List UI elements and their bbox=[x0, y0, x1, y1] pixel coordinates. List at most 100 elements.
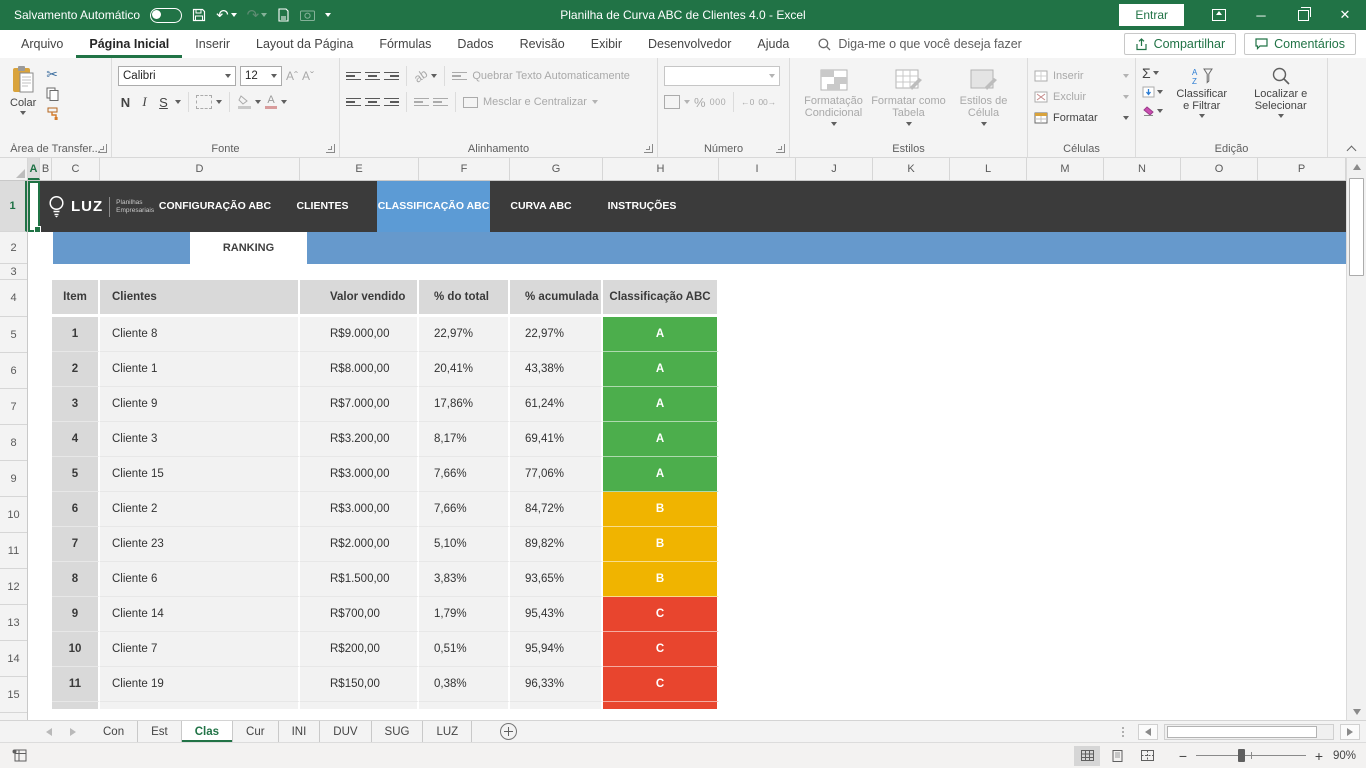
client-cell[interactable] bbox=[100, 702, 300, 709]
column-header-p[interactable]: P bbox=[1258, 158, 1346, 180]
pct-accum-cell[interactable]: 61,24% bbox=[510, 387, 603, 422]
row-header-8[interactable]: 8 bbox=[0, 425, 27, 461]
pct-accum-cell[interactable]: 95,43% bbox=[510, 597, 603, 632]
pct-total-cell[interactable]: 3,83% bbox=[419, 562, 510, 597]
menu-tab-layout-da-pagina[interactable]: Layout da Página bbox=[243, 30, 366, 58]
client-cell[interactable]: Cliente 3 bbox=[100, 422, 300, 457]
vertical-scroll-thumb[interactable] bbox=[1349, 178, 1364, 276]
increase-indent-icon[interactable] bbox=[433, 98, 448, 107]
redo-button[interactable]: ↷ bbox=[247, 8, 268, 23]
align-top-icon[interactable] bbox=[346, 72, 361, 81]
previous-sheet-icon[interactable] bbox=[46, 728, 52, 736]
value-cell[interactable]: R$700,00 bbox=[300, 597, 419, 632]
italic-button[interactable]: I bbox=[137, 94, 152, 110]
select-all-corner[interactable] bbox=[0, 158, 28, 180]
abc-class-badge[interactable] bbox=[603, 702, 719, 709]
selected-cell-a1[interactable] bbox=[28, 181, 40, 232]
abc-class-badge[interactable]: A bbox=[603, 457, 719, 492]
pct-accum-cell[interactable]: 43,38% bbox=[510, 352, 603, 387]
font-size-combo[interactable]: 12 bbox=[240, 66, 282, 86]
pct-accum-cell[interactable]: 84,72% bbox=[510, 492, 603, 527]
column-header-i[interactable]: I bbox=[719, 158, 796, 180]
row-header-10[interactable]: 10 bbox=[0, 497, 27, 533]
nav-tab-instrucoes[interactable]: INSTRUÇÕES bbox=[592, 181, 692, 232]
item-cell[interactable]: 5 bbox=[52, 457, 100, 492]
sign-in-button[interactable]: Entrar bbox=[1119, 4, 1184, 26]
column-header-a[interactable]: A bbox=[28, 158, 40, 180]
pct-total-cell[interactable]: 7,66% bbox=[419, 457, 510, 492]
alignment-dialog-launcher-icon[interactable] bbox=[644, 144, 653, 153]
pct-total-cell[interactable]: 22,97% bbox=[419, 317, 510, 352]
pct-total-cell[interactable]: 5,10% bbox=[419, 527, 510, 562]
align-center-icon[interactable] bbox=[365, 98, 380, 107]
shrink-font-button[interactable]: Aˇ bbox=[302, 69, 314, 83]
nav-tab-clientes[interactable]: CLIENTES bbox=[280, 181, 365, 232]
value-cell[interactable]: R$3.200,00 bbox=[300, 422, 419, 457]
tell-me-search[interactable]: Diga-me o que você deseja fazer bbox=[818, 30, 1021, 58]
decrease-decimal-button[interactable]: 00→ bbox=[758, 97, 776, 107]
abc-class-badge[interactable]: A bbox=[603, 317, 719, 352]
zoom-slider-thumb[interactable] bbox=[1238, 749, 1245, 762]
client-cell[interactable]: Cliente 6 bbox=[100, 562, 300, 597]
pct-total-cell[interactable]: 17,86% bbox=[419, 387, 510, 422]
client-cell[interactable]: Cliente 8 bbox=[100, 317, 300, 352]
item-cell[interactable]: 3 bbox=[52, 387, 100, 422]
abc-class-badge[interactable]: B bbox=[603, 492, 719, 527]
cell-styles-button[interactable]: Estilos de Célula bbox=[946, 64, 1021, 139]
find-select-button[interactable]: Localizar e Selecionar bbox=[1240, 64, 1321, 139]
align-bottom-icon[interactable] bbox=[384, 72, 399, 81]
pct-accum-cell[interactable]: 96,33% bbox=[510, 667, 603, 702]
pct-accum-cell[interactable]: 93,65% bbox=[510, 562, 603, 597]
sheet-canvas[interactable]: LUZ PlanilhasEmpresariais CONFIGURAÇÃO A… bbox=[28, 181, 1346, 720]
pct-accum-cell[interactable]: 22,97% bbox=[510, 317, 603, 352]
vertical-scrollbar[interactable] bbox=[1346, 158, 1366, 720]
orientation-icon[interactable]: ab bbox=[411, 66, 430, 85]
column-header-e[interactable]: E bbox=[300, 158, 419, 180]
paste-dropdown-icon[interactable] bbox=[20, 111, 26, 115]
pct-accum-cell[interactable]: 95,94% bbox=[510, 632, 603, 667]
pct-accum-cell[interactable] bbox=[510, 702, 603, 709]
menu-tab-exibir[interactable]: Exibir bbox=[578, 30, 635, 58]
value-cell[interactable]: R$3.000,00 bbox=[300, 457, 419, 492]
item-cell[interactable]: 7 bbox=[52, 527, 100, 562]
format-as-table-button[interactable]: Formatar como Tabela bbox=[871, 64, 946, 139]
borders-icon[interactable] bbox=[196, 95, 212, 109]
column-header-l[interactable]: L bbox=[950, 158, 1027, 180]
pct-total-cell[interactable]: 0,38% bbox=[419, 667, 510, 702]
format-cells-button[interactable]: Formatar bbox=[1034, 107, 1129, 128]
tab-splitter-handle[interactable] bbox=[1122, 727, 1124, 737]
column-header-d[interactable]: D bbox=[100, 158, 300, 180]
abc-class-badge[interactable]: A bbox=[603, 352, 719, 387]
zoom-slider[interactable] bbox=[1196, 755, 1306, 756]
sort-filter-button[interactable]: AZ Classificar e Filtrar bbox=[1167, 64, 1236, 139]
close-button[interactable]: ✕ bbox=[1324, 0, 1366, 30]
item-cell[interactable]: 1 bbox=[52, 317, 100, 352]
nav-tab-configuracao-abc[interactable]: CONFIGURAÇÃO ABC bbox=[150, 181, 280, 232]
font-dialog-launcher-icon[interactable] bbox=[326, 144, 335, 153]
value-cell[interactable]: R$200,00 bbox=[300, 632, 419, 667]
sheet-tab-con[interactable]: Con bbox=[90, 721, 138, 742]
row-header-4[interactable]: 4 bbox=[0, 280, 27, 317]
format-painter-icon[interactable] bbox=[46, 104, 61, 122]
column-header-m[interactable]: M bbox=[1027, 158, 1104, 180]
row-header-2[interactable]: 2 bbox=[0, 232, 27, 264]
accounting-format-icon[interactable] bbox=[664, 95, 680, 109]
abc-class-badge[interactable]: C bbox=[603, 632, 719, 667]
nav-tab-curva-abc[interactable]: CURVA ABC bbox=[496, 181, 586, 232]
scroll-right-icon[interactable] bbox=[1340, 724, 1360, 740]
item-cell[interactable]: 10 bbox=[52, 632, 100, 667]
column-header-h[interactable]: H bbox=[603, 158, 719, 180]
column-header-n[interactable]: N bbox=[1104, 158, 1181, 180]
zoom-out-icon[interactable]: − bbox=[1178, 748, 1188, 764]
underline-button[interactable]: S bbox=[156, 95, 171, 110]
font-color-icon[interactable]: A bbox=[265, 95, 277, 109]
row-header-15[interactable]: 15 bbox=[0, 677, 27, 713]
client-cell[interactable]: Cliente 15 bbox=[100, 457, 300, 492]
cut-icon[interactable]: ✂ bbox=[46, 66, 61, 84]
nav-tab-classificacao-abc[interactable]: CLASSIFICAÇÃO ABC bbox=[377, 181, 490, 232]
sheet-tab-cur[interactable]: Cur bbox=[233, 721, 279, 742]
value-cell[interactable]: R$9.000,00 bbox=[300, 317, 419, 352]
abc-class-badge[interactable]: C bbox=[603, 597, 719, 632]
column-header-f[interactable]: F bbox=[419, 158, 510, 180]
client-cell[interactable]: Cliente 23 bbox=[100, 527, 300, 562]
